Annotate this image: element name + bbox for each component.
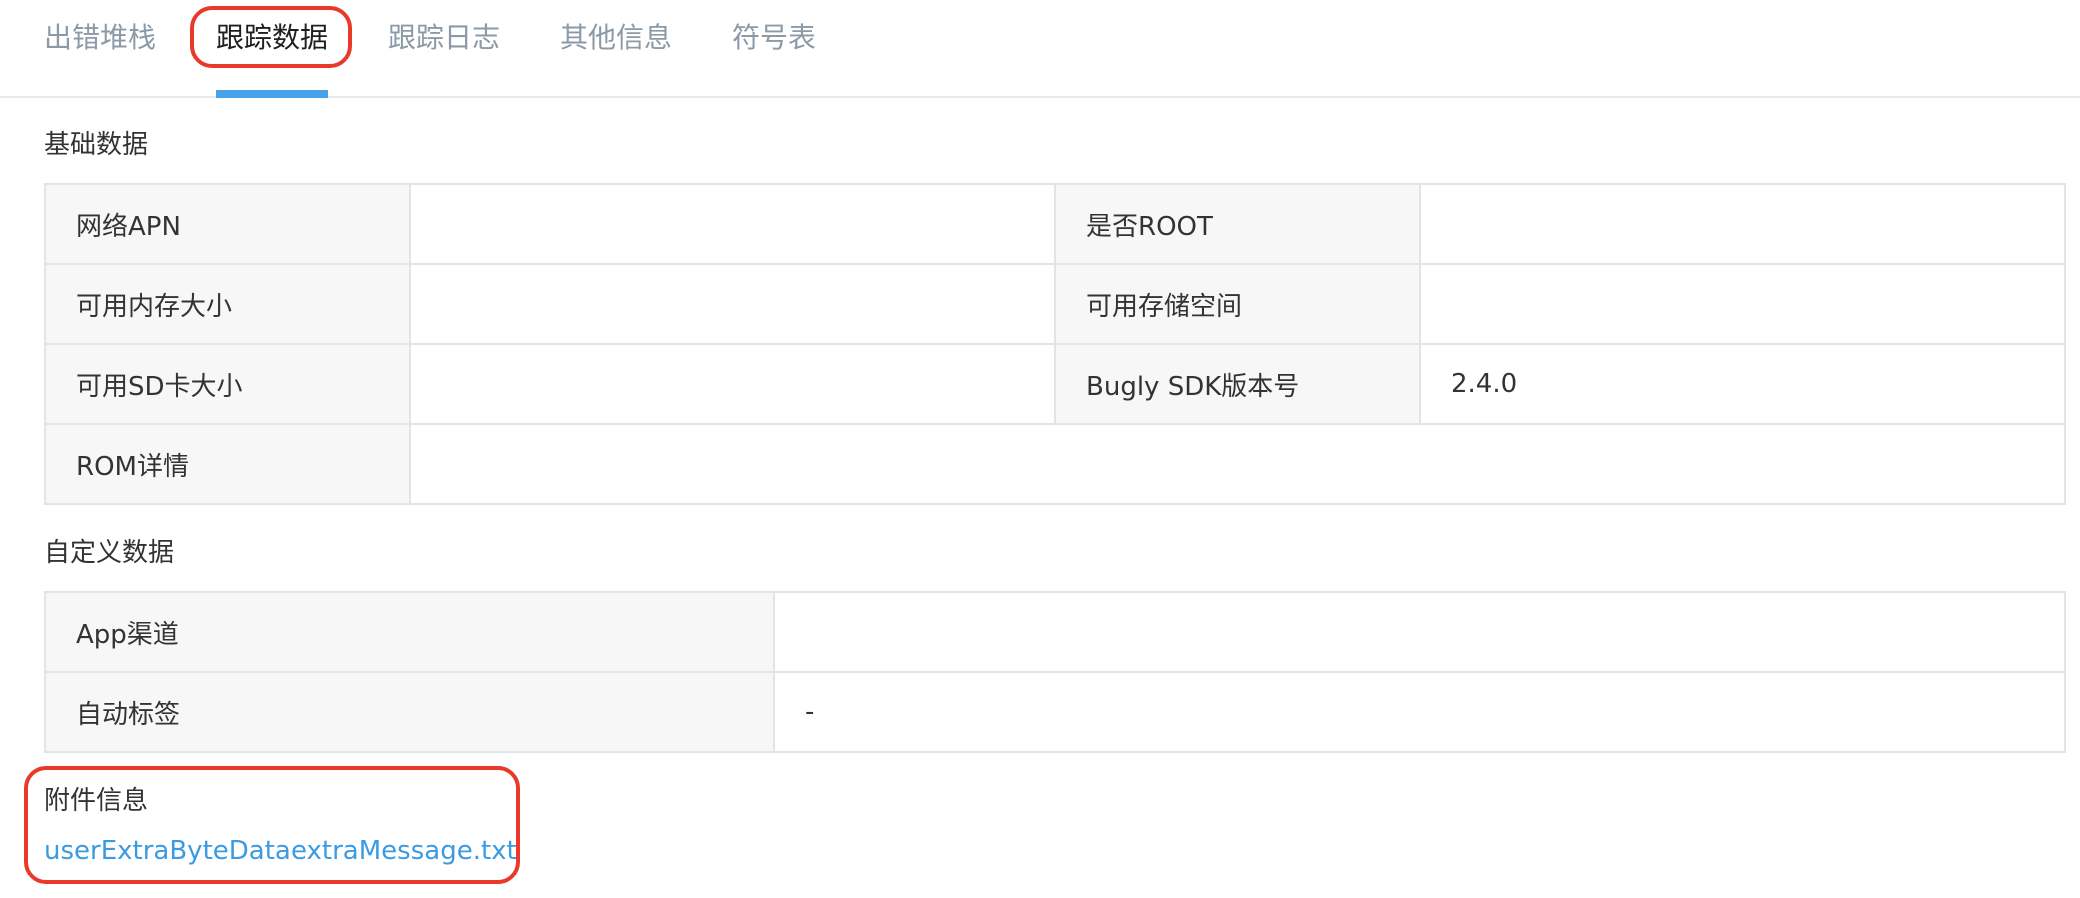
table-key-cell: 自动标签 [44,671,775,753]
tab-tracking-data[interactable]: 跟踪数据 [216,18,328,58]
table-row: 自动标签 - [44,671,2066,753]
table-row: App渠道 [44,591,2066,673]
basic-data-title: 基础数据 [44,130,149,160]
tab-bar: 出错堆栈 跟踪数据 跟踪日志 其他信息 符号表 [0,0,2080,98]
table-key-cell: ROM详情 [44,423,411,505]
table-key-cell: 可用内存大小 [44,263,411,345]
table-row: 可用内存大小 可用存储空间 [44,263,2066,345]
table-key-cell: 可用SD卡大小 [44,343,411,425]
table-key-cell: 是否ROOT [1054,183,1421,265]
table-key-cell: 可用存储空间 [1054,263,1421,345]
attachment-link-extra-message[interactable]: extraMessage.txt [291,836,517,866]
table-value-cell: - [773,671,2066,753]
tab-symbol-table[interactable]: 符号表 [732,18,816,58]
custom-data-title: 自定义数据 [44,538,175,568]
table-key-cell: Bugly SDK版本号 [1054,343,1421,425]
tab-error-stack[interactable]: 出错堆栈 [44,18,156,58]
table-value-cell [409,343,1056,425]
table-value-cell [1419,263,2066,345]
table-row: ROM详情 [44,423,2066,505]
tab-tracking-log[interactable]: 跟踪日志 [388,18,500,58]
table-value-cell [409,183,1056,265]
attachment-link-user-extra-byte-data[interactable]: userExtraByteData [44,836,291,866]
sdk-version-value: 2.4.0 [1419,343,2066,425]
table-key-cell: App渠道 [44,591,775,673]
custom-data-table: App渠道 自动标签 - [44,591,2066,753]
table-value-cell [409,263,1056,345]
attachments-title: 附件信息 [44,786,149,816]
table-key-cell: 网络APN [44,183,411,265]
basic-data-table: 网络APN 是否ROOT 可用内存大小 可用存储空间 可用SD卡大小 Bugly… [44,183,2066,505]
table-row: 网络APN 是否ROOT [44,183,2066,265]
table-row: 可用SD卡大小 Bugly SDK版本号 2.4.0 [44,343,2066,425]
table-value-cell [1419,183,2066,265]
table-value-cell [773,591,2066,673]
rom-detail-value [409,423,2066,505]
active-tab-indicator [216,90,328,98]
tab-other-info[interactable]: 其他信息 [560,18,672,58]
